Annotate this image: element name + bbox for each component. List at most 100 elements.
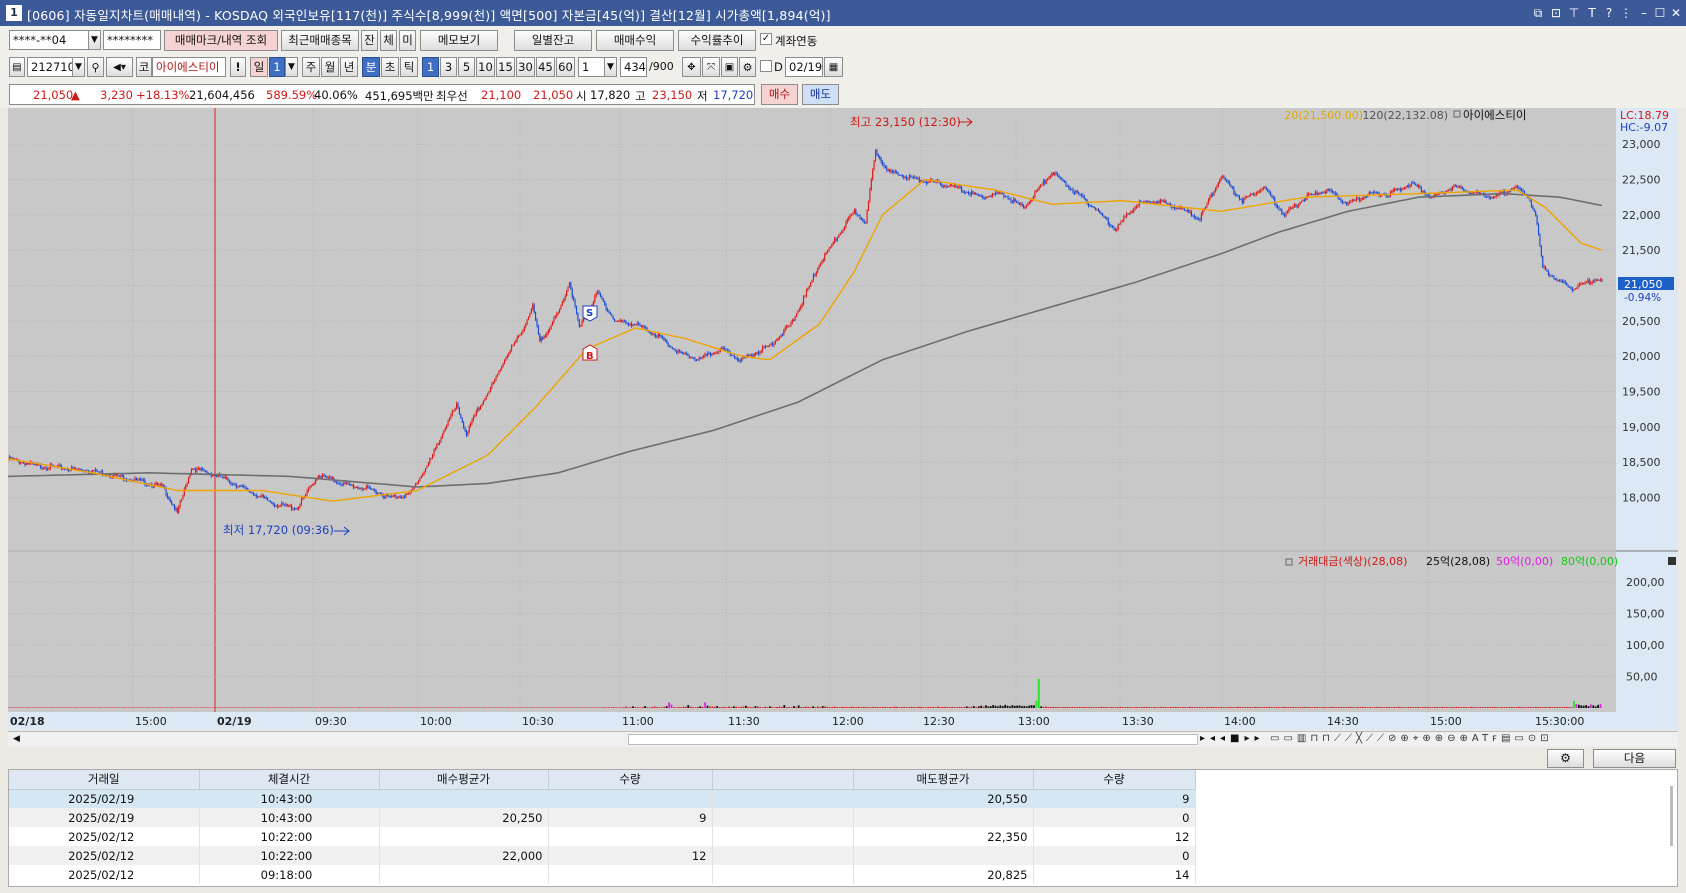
buy-button[interactable]: 매수	[761, 84, 798, 105]
pin-icon[interactable]: ⊤	[1566, 5, 1582, 21]
count-field[interactable]: 434	[620, 57, 647, 77]
period-1-button[interactable]: 1	[422, 57, 439, 77]
next-button[interactable]: 다음	[1593, 749, 1676, 768]
time-tick-label: 02/19	[217, 715, 252, 728]
text-icon[interactable]: T	[1584, 5, 1600, 21]
volume-pane-close-icon[interactable]	[1668, 557, 1676, 565]
memo-button[interactable]: 메모보기	[420, 30, 498, 51]
chart-area[interactable]: 23,00022,50022,00021,50021,00020,50020,0…	[8, 108, 1678, 730]
candle-body	[374, 489, 376, 492]
weekly-button[interactable]: 주	[302, 57, 320, 77]
filled-button[interactable]: 체	[380, 30, 397, 51]
col-buy-avg[interactable]: 매수평균가	[379, 770, 549, 790]
period-15-button[interactable]: 15	[496, 57, 515, 77]
period-60-button[interactable]: 60	[556, 57, 575, 77]
candle-body	[1128, 213, 1131, 215]
daily-dropdown-icon[interactable]: ▼	[285, 57, 298, 77]
candle-body	[904, 176, 906, 178]
market-button[interactable]: 코	[136, 57, 152, 77]
trade-profit-button[interactable]: 매매수익	[596, 30, 674, 51]
volume-bar	[27, 707, 30, 708]
candle-body	[683, 353, 685, 355]
close-icon[interactable]: ✕	[1668, 5, 1684, 21]
recent-trades-button[interactable]: 최근매매종목	[281, 30, 359, 51]
candle-body	[949, 184, 951, 187]
d-checkbox[interactable]	[760, 60, 772, 72]
unfilled-button[interactable]: 미	[399, 30, 416, 51]
candle-body	[1267, 189, 1269, 192]
chart-scroll-bar[interactable]: ◀ ▸◂◂■▸▸ ▭▭▥⊓⊓⟋⟋╳⟋⟋⊘⊕⌖⊕⊕⊖⊕ATꜰ▤▭⊙⊡	[8, 731, 1678, 747]
table-row[interactable]: 2025/02/12 10:22:00 22,000 12 0	[9, 846, 1196, 865]
maximize-icon[interactable]: ☐	[1652, 5, 1668, 21]
help-icon[interactable]: ?	[1601, 5, 1617, 21]
stock-code-field[interactable]: 212710	[27, 57, 73, 77]
gear-icon[interactable]: ⚙	[739, 57, 756, 77]
candle-body	[1415, 183, 1417, 185]
col-buy-qty[interactable]: 수량	[548, 770, 713, 790]
period-10-button[interactable]: 10	[476, 57, 495, 77]
table-row[interactable]: 2025/02/19 10:43:00 20,550 9	[9, 789, 1196, 808]
second-button[interactable]: 초	[381, 57, 399, 77]
account-dropdown-icon[interactable]: ▼	[88, 30, 101, 50]
date-field[interactable]: 02/19	[785, 57, 823, 77]
volume-bar	[519, 707, 522, 708]
trade-mark-query-button[interactable]: 매매마크/내역 조회	[164, 30, 278, 51]
sell-button[interactable]: 매도	[802, 84, 839, 105]
unit-dropdown-icon[interactable]: ▼	[604, 57, 617, 77]
balance-button[interactable]: 잔	[361, 30, 378, 51]
table-scrollbar[interactable]	[1670, 786, 1673, 846]
calendar-icon[interactable]: ▦	[824, 57, 843, 77]
copy-icon[interactable]: ⊡	[1548, 5, 1564, 21]
yearly-button[interactable]: 년	[340, 57, 358, 77]
chart-svg[interactable]: 23,00022,50022,00021,50021,00020,50020,0…	[8, 108, 1678, 730]
tools-icon[interactable]: ⤧	[702, 57, 720, 77]
daily-period-field[interactable]: 1	[269, 57, 285, 77]
candle-body	[224, 476, 226, 478]
volume-bar	[985, 705, 987, 708]
code-dropdown-icon[interactable]: ▼	[72, 57, 85, 77]
alert-button[interactable]: !	[230, 57, 246, 77]
volume-bar	[764, 706, 766, 708]
search-icon[interactable]: ⚲	[87, 57, 104, 77]
minute-button[interactable]: 분	[362, 57, 380, 77]
account-link-checkbox[interactable]: ✓	[760, 33, 772, 45]
candle-body	[915, 177, 918, 179]
candle-body	[673, 348, 675, 350]
table-row[interactable]: 2025/02/12 09:18:00 20,825 14	[9, 865, 1196, 884]
col-sell-avg[interactable]: 매도평균가	[853, 770, 1034, 790]
playback-controls-icon[interactable]: ▸◂◂■▸▸	[1200, 733, 1265, 744]
col-trade-date[interactable]: 거래일	[9, 770, 200, 790]
password-field[interactable]: ********	[103, 30, 161, 50]
volume-bar	[1393, 706, 1395, 708]
volume-bar	[41, 707, 44, 708]
speaker-icon[interactable]: ◀▾	[106, 57, 133, 77]
volume-bar	[264, 707, 267, 708]
account-select[interactable]: ****-**04	[9, 30, 89, 50]
monthly-button[interactable]: 월	[321, 57, 339, 77]
unit-field[interactable]: 1	[578, 57, 606, 77]
period-5-button[interactable]: 5	[458, 57, 475, 77]
tick-button[interactable]: 틱	[400, 57, 418, 77]
layout-icon[interactable]: ▤	[9, 57, 25, 77]
period-30-button[interactable]: 30	[516, 57, 535, 77]
drawing-tools-icon[interactable]: ▭▭▥⊓⊓⟋⟋╳⟋⟋⊘⊕⌖⊕⊕⊖⊕ATꜰ▤▭⊙⊡	[1270, 733, 1553, 744]
return-trend-button[interactable]: 수익률추이	[678, 30, 756, 51]
scroll-thumb[interactable]	[628, 734, 1198, 745]
table-row[interactable]: 2025/02/19 10:43:00 20,250 9 0	[9, 808, 1196, 827]
save-icon[interactable]: ▣	[721, 57, 738, 77]
scroll-left-icon[interactable]: ◀	[10, 733, 23, 746]
settings-icon[interactable]: ⋮	[1618, 5, 1634, 21]
minimize-icon[interactable]: –	[1636, 5, 1652, 21]
col-sell-qty[interactable]: 수량	[1033, 770, 1196, 790]
period-3-button[interactable]: 3	[440, 57, 457, 77]
period-45-button[interactable]: 45	[536, 57, 555, 77]
daily-balance-button[interactable]: 일별잔고	[514, 30, 592, 51]
cell-date: 2025/02/19	[9, 789, 200, 808]
table-row[interactable]: 2025/02/12 10:22:00 22,350 12	[9, 827, 1196, 846]
crosshair-icon[interactable]: ✥	[682, 57, 701, 77]
grid-gear-icon[interactable]: ⚙	[1547, 749, 1584, 768]
volume-bar	[653, 706, 656, 708]
col-exec-time[interactable]: 체결시간	[199, 770, 380, 790]
daily-button[interactable]: 일	[250, 57, 268, 77]
link-icon[interactable]: ⧉	[1530, 5, 1546, 21]
